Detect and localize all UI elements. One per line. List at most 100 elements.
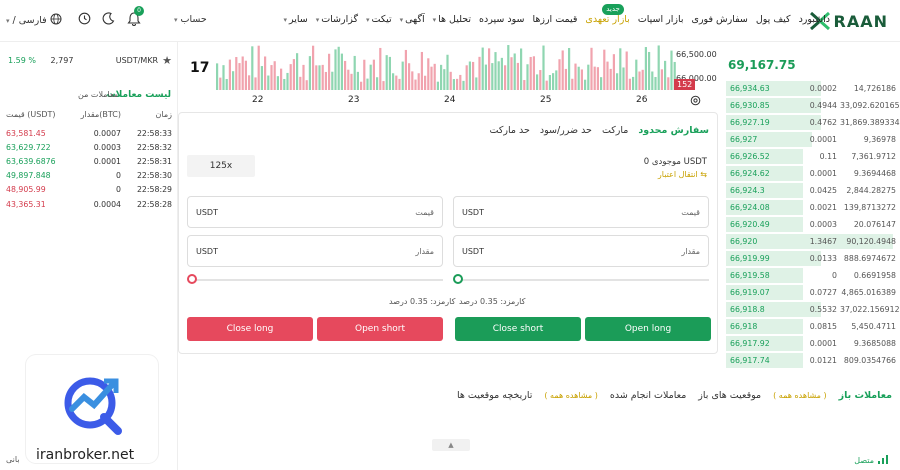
sell-amount-field[interactable]: USDT مقدار bbox=[187, 235, 443, 267]
sell-amount-slider[interactable] bbox=[187, 273, 443, 287]
candle-bar bbox=[356, 71, 359, 90]
candle-bar bbox=[286, 72, 289, 90]
order-book-row[interactable]: 66,930.85 0.4944 33,092.6201655 bbox=[726, 97, 900, 114]
order-book-row[interactable]: 66,919.07 0.0727 4,865.016389 bbox=[726, 284, 898, 301]
star-icon[interactable]: ★ bbox=[162, 54, 172, 67]
language-label: / فارسی bbox=[12, 15, 47, 26]
order-book-row[interactable]: 66,926.52 0.11 7,361.9712 bbox=[726, 148, 898, 165]
order-book-row[interactable]: 66,927.19 0.4762 31,869.3893342 bbox=[726, 114, 900, 131]
tab-positions-history[interactable]: تاریخچه موقعیت ها bbox=[457, 390, 532, 401]
ob-amount: 1.3467 bbox=[809, 237, 837, 246]
buy-amount-slider[interactable] bbox=[453, 273, 709, 287]
leverage-selector[interactable]: 125x bbox=[187, 155, 255, 177]
open-long-button[interactable]: Open long bbox=[585, 317, 711, 341]
slider-knob[interactable] bbox=[453, 274, 463, 284]
chevron-down-icon: ▾ bbox=[6, 16, 10, 25]
nav-item[interactable]: سود سپرده bbox=[479, 14, 524, 25]
candle-bar bbox=[395, 75, 398, 90]
sell-amount-unit: USDT bbox=[196, 247, 218, 256]
close-short-button[interactable]: Close short bbox=[455, 317, 581, 341]
order-book-row[interactable]: 66,924.62 0.0001 9.3694468 bbox=[726, 165, 898, 182]
nav-item[interactable]: قیمت ارزها bbox=[532, 14, 577, 25]
collapse-handle[interactable]: ▲ bbox=[432, 439, 470, 451]
order-book-row[interactable]: 66,919.58 0 0.6691958 bbox=[726, 267, 898, 284]
order-book-row[interactable]: 66,918.8 0.5532 37,022.156912 bbox=[726, 301, 900, 318]
tab-open-positions[interactable]: موقعیت های باز bbox=[698, 390, 761, 401]
trade-time: 22:58:30 bbox=[136, 171, 172, 181]
order-book-row[interactable]: 66,918 0.0815 5,450.4711 bbox=[726, 318, 898, 335]
ob-price: 66,918 bbox=[730, 322, 758, 331]
order-type-tab[interactable]: حد مارکت bbox=[490, 125, 530, 136]
chart-settings-icon[interactable] bbox=[690, 95, 701, 109]
price-tag: 152 bbox=[674, 79, 696, 90]
order-type-tab[interactable]: حد ضرر/سود bbox=[540, 125, 592, 136]
see-all-link[interactable]: ( مشاهده همه ) bbox=[773, 391, 827, 400]
see-all-link-2[interactable]: ( مشاهده همه ) bbox=[544, 391, 598, 400]
order-type-tab[interactable]: سفارش محدود bbox=[638, 125, 709, 136]
nav-item[interactable]: بازار تعهدی جدید bbox=[585, 4, 630, 25]
transfer-credit-link[interactable]: انتقال اعتبار ⇆ bbox=[658, 170, 707, 179]
ob-price: 66,920 bbox=[730, 237, 758, 246]
order-book-row[interactable]: 66,917.74 0.0121 809.0354766 bbox=[726, 352, 898, 369]
ob-price: 66,918.8 bbox=[730, 305, 765, 314]
order-book-row[interactable]: 66,924.08 0.0021 139,8713272 bbox=[726, 199, 898, 216]
ob-total: 4,865.016389 bbox=[841, 288, 896, 297]
candle-bar bbox=[318, 65, 321, 90]
candle-bar bbox=[328, 53, 331, 90]
ticker-row[interactable]: 1.59 % 2,797 USDT/MKR ★ bbox=[8, 54, 172, 67]
order-book-row[interactable]: 66,920.49 0.0003 20.076147 bbox=[726, 216, 898, 233]
candle-bar bbox=[232, 71, 235, 90]
notifications-button[interactable]: 0 bbox=[124, 6, 144, 30]
clock-button[interactable] bbox=[74, 10, 94, 30]
ob-amount: 0.11 bbox=[819, 152, 837, 161]
theme-toggle[interactable] bbox=[98, 10, 118, 30]
nav-item[interactable]: سفارش فوری bbox=[692, 14, 748, 25]
nav-item-label: بازار تعهدی bbox=[585, 14, 630, 25]
buy-price-field[interactable]: USDT قیمت bbox=[453, 196, 709, 228]
candle-bar bbox=[292, 59, 295, 90]
open-short-button[interactable]: Open short bbox=[317, 317, 443, 341]
candle-bar bbox=[660, 69, 663, 90]
x-axis-label: 23 bbox=[348, 95, 360, 105]
sell-price-field[interactable]: USDT قیمت bbox=[187, 196, 443, 228]
close-long-button[interactable]: Close long bbox=[187, 317, 313, 341]
order-book-row[interactable]: 66,924.3 0.0425 2,844.28275 bbox=[726, 182, 898, 199]
trades-header: قیمت (USDT) مقدار(BTC) زمان bbox=[6, 110, 172, 119]
ob-price: 66,924.62 bbox=[730, 169, 770, 178]
candle-bar bbox=[638, 71, 641, 90]
tab-open-trades[interactable]: معاملات باز bbox=[839, 390, 892, 401]
nav-item[interactable]: بازار اسپات bbox=[638, 14, 684, 25]
order-type-tab[interactable]: مارکت bbox=[602, 125, 628, 136]
nav-item[interactable]: ▾ گزارشات bbox=[316, 14, 358, 25]
order-book-row[interactable]: 66,927 0.0001 9,36978 bbox=[726, 131, 898, 148]
candle-bar bbox=[529, 56, 532, 90]
nav-item[interactable]: ▾ تیکت bbox=[366, 14, 392, 25]
trade-amount: 0.0007 bbox=[93, 128, 121, 138]
candle-bar bbox=[283, 78, 286, 90]
my-trades-tab[interactable]: معاملات من bbox=[78, 90, 118, 99]
x-axis-label: 22 bbox=[252, 95, 264, 105]
candle-bar bbox=[628, 78, 631, 90]
trade-time: 22:58:29 bbox=[136, 185, 172, 195]
nav-item[interactable]: ▾ تحلیل ها bbox=[433, 14, 471, 25]
ob-total: 0.6691958 bbox=[853, 271, 896, 280]
slider-knob[interactable] bbox=[187, 274, 197, 284]
buy-amount-field[interactable]: USDT مقدار bbox=[453, 235, 709, 267]
candle-bar bbox=[225, 79, 228, 90]
nav-item[interactable]: ▾ آگهی bbox=[400, 14, 425, 25]
order-book-row[interactable]: 66,917.92 0.0001 9.3685088 bbox=[726, 335, 898, 352]
candle-bar bbox=[251, 46, 254, 90]
ob-price: 66,927.19 bbox=[730, 118, 770, 127]
candle-bar bbox=[315, 65, 318, 90]
account-menu[interactable]: ▾ حساب bbox=[174, 14, 207, 25]
order-book-row[interactable]: 66,934.63 0.0002 14,726186 bbox=[726, 80, 898, 97]
nav-item[interactable]: ▾ سایر bbox=[283, 14, 307, 25]
nav-item[interactable]: کیف پول bbox=[756, 14, 791, 25]
order-book-row[interactable]: 66,920 1.3467 90,120.4948 bbox=[726, 233, 898, 250]
chevron-down-icon: ▾ bbox=[399, 16, 404, 24]
language-selector[interactable]: ▾ / فارسی bbox=[6, 13, 62, 28]
nav-item[interactable]: داشبورد bbox=[799, 14, 830, 25]
tab-executed-trades[interactable]: معاملات انجام شده bbox=[610, 390, 686, 401]
candle-bar bbox=[488, 48, 491, 90]
order-book-row[interactable]: 66,919.99 0.0133 888.6974672 bbox=[726, 250, 898, 267]
